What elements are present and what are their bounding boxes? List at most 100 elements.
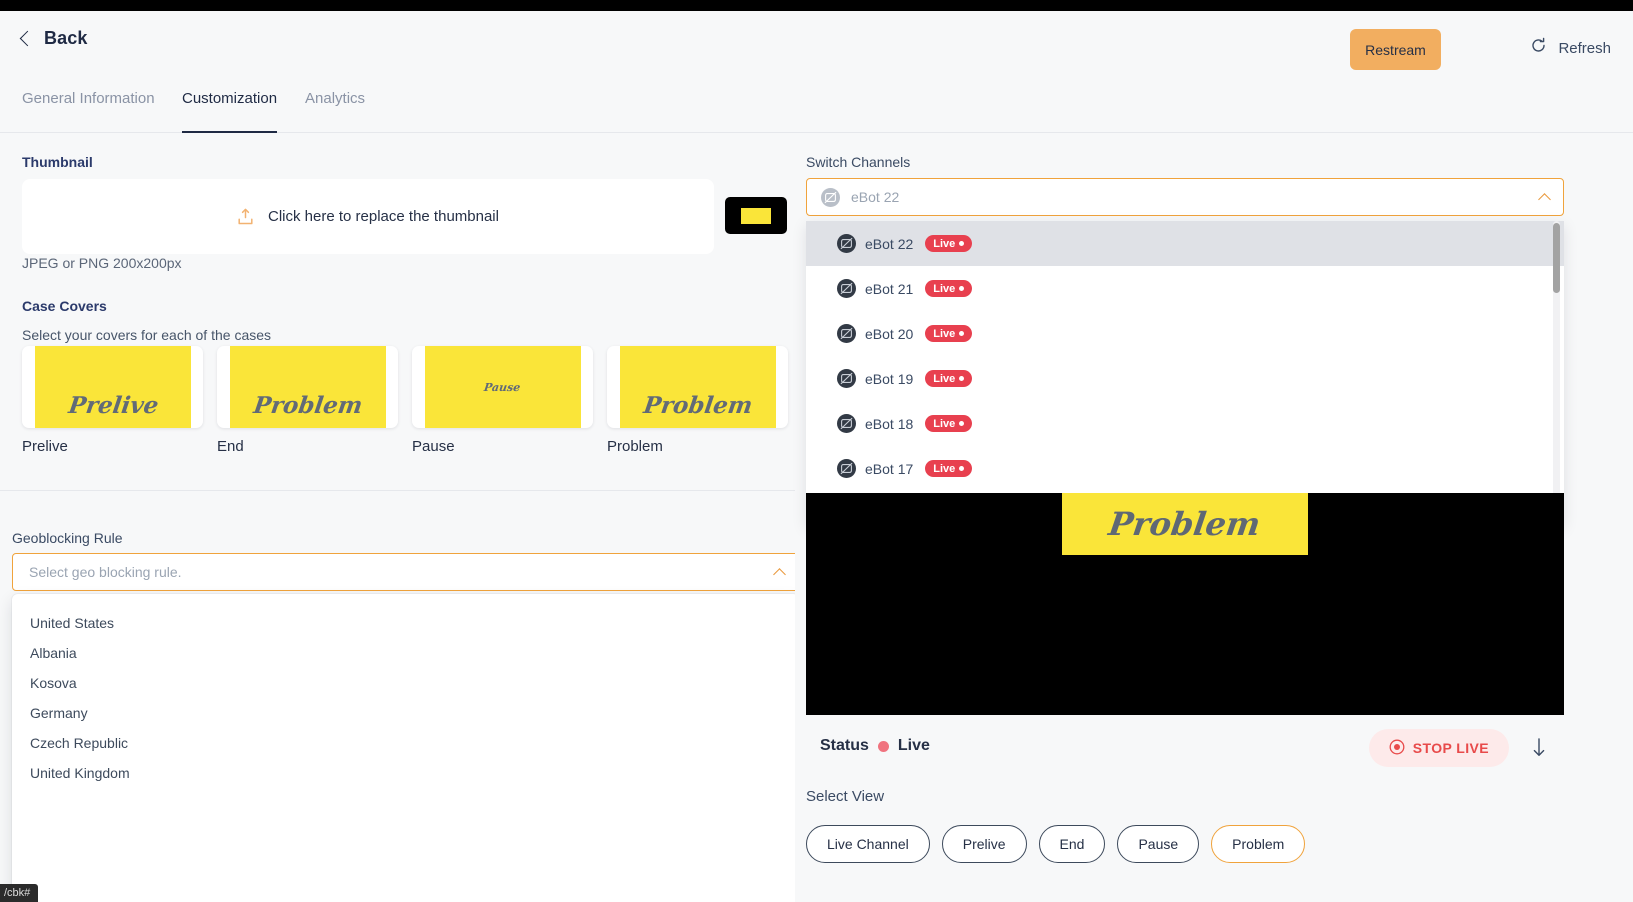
channel-avatar-icon <box>837 369 856 388</box>
live-badge-label: Live <box>933 283 955 295</box>
geoblocking-option[interactable]: Czech Republic <box>12 728 799 758</box>
channel-name: eBot 18 <box>865 416 913 432</box>
dropdown-scrollbar[interactable] <box>1553 221 1560 525</box>
geoblocking-placeholder: Select geo blocking rule. <box>29 564 182 580</box>
status-badge: Live <box>925 280 972 297</box>
status-badge: Live <box>925 415 972 432</box>
thumbnail-preview-image <box>741 208 771 224</box>
chevron-up-icon <box>773 568 786 581</box>
case-cover-art-text: Prelive <box>65 394 159 428</box>
app-page: Back Restream Refresh General Informatio… <box>0 11 1633 902</box>
case-cover-image: Problem <box>230 346 386 428</box>
geoblocking-option[interactable]: United Kingdom <box>12 758 799 788</box>
stream-status-row: Status Live STOP LIVE <box>806 725 1564 781</box>
case-cover-pause[interactable]: Pause <box>412 346 593 428</box>
restream-button[interactable]: Restream <box>1350 29 1441 70</box>
channel-option-ebot-21[interactable]: eBot 21 Live <box>806 266 1564 311</box>
select-view-title: Select View <box>806 788 884 805</box>
case-cover-label: End <box>217 438 398 455</box>
back-button[interactable]: Back <box>22 28 87 49</box>
geoblocking-option[interactable]: Albania <box>12 638 799 668</box>
case-covers-subtitle: Select your covers for each of the cases <box>22 327 271 343</box>
chevron-up-icon <box>1538 193 1551 206</box>
view-pill-prelive[interactable]: Prelive <box>942 825 1027 863</box>
geoblocking-dropdown-menu: United States Albania Kosova Germany Cze… <box>12 594 799 902</box>
view-pill-end[interactable]: End <box>1039 825 1106 863</box>
case-cover-item: Problem End <box>217 346 398 455</box>
chevron-left-icon <box>20 31 36 47</box>
case-covers-row: Prelive Prelive Problem End Pause <box>22 346 788 455</box>
live-dot-icon <box>959 331 964 336</box>
switch-channels-select[interactable]: eBot 22 <box>806 178 1564 216</box>
geoblocking-option[interactable]: Germany <box>12 698 799 728</box>
channel-option-ebot-22[interactable]: eBot 22 Live <box>806 221 1564 266</box>
live-dot-icon <box>959 241 964 246</box>
case-cover-label: Prelive <box>22 438 203 455</box>
geoblocking-title: Geoblocking Rule <box>12 530 123 546</box>
view-pill-pause[interactable]: Pause <box>1117 825 1199 863</box>
refresh-button[interactable]: Refresh <box>1530 37 1611 59</box>
back-label: Back <box>44 28 87 49</box>
geoblocking-select[interactable]: Select geo blocking rule. <box>12 553 799 591</box>
tab-general-information[interactable]: General Information <box>22 90 155 133</box>
status-badge: Live <box>925 460 972 477</box>
tab-analytics[interactable]: Analytics <box>305 90 365 133</box>
channel-name: eBot 21 <box>865 281 913 297</box>
switch-channels-dropdown-menu: eBot 22 Live eBot 21 Live <box>806 221 1564 525</box>
record-stop-icon <box>1389 739 1405 758</box>
live-dot-icon <box>959 286 964 291</box>
status-badge: Live <box>925 370 972 387</box>
thumbnail-dropzone[interactable]: Click here to replace the thumbnail <box>22 179 714 254</box>
case-cover-problem[interactable]: Problem <box>607 346 788 428</box>
case-cover-item: Pause Pause <box>412 346 593 455</box>
status-dot-icon <box>878 741 889 752</box>
case-cover-art-text: Pause <box>484 382 522 393</box>
channel-name: eBot 17 <box>865 461 913 477</box>
status-value: Live <box>898 737 930 755</box>
geoblocking-option[interactable]: United States <box>12 608 799 638</box>
case-cover-image: Prelive <box>35 346 191 428</box>
channel-right-panel: Switch Channels eBot 22 eBot 22 <box>795 133 1633 902</box>
channel-avatar-icon <box>837 324 856 343</box>
channel-option-ebot-18[interactable]: eBot 18 Live <box>806 401 1564 446</box>
video-overlay-text: Problem <box>1107 505 1263 543</box>
thumbnail-section-title: Thumbnail <box>22 154 93 170</box>
refresh-icon <box>1530 37 1547 59</box>
live-dot-icon <box>959 376 964 381</box>
download-icon[interactable] <box>1531 737 1547 759</box>
live-badge-label: Live <box>933 238 955 250</box>
page-header: Back Restream Refresh <box>0 11 1633 83</box>
case-cover-end[interactable]: Problem <box>217 346 398 428</box>
channel-name: eBot 20 <box>865 326 913 342</box>
live-dot-icon <box>959 466 964 471</box>
channel-option-ebot-19[interactable]: eBot 19 Live <box>806 356 1564 401</box>
view-pill-live-channel[interactable]: Live Channel <box>806 825 930 863</box>
live-badge-label: Live <box>933 328 955 340</box>
channel-option-ebot-20[interactable]: eBot 20 Live <box>806 311 1564 356</box>
channel-option-ebot-17[interactable]: eBot 17 Live <box>806 446 1564 491</box>
tab-bar: General Information Customization Analyt… <box>0 90 1633 133</box>
case-cover-item: Problem Problem <box>607 346 788 455</box>
status-label: Status <box>820 737 869 755</box>
case-cover-item: Prelive Prelive <box>22 346 203 455</box>
upload-icon <box>237 208 254 226</box>
case-cover-image: Problem <box>620 346 776 428</box>
live-dot-icon <box>959 421 964 426</box>
customization-left-panel: Thumbnail Click here to replace the thum… <box>0 133 795 902</box>
view-pill-problem[interactable]: Problem <box>1211 825 1305 863</box>
channel-avatar-icon <box>837 459 856 478</box>
geoblocking-option[interactable]: Kosova <box>12 668 799 698</box>
thumbnail-preview <box>725 197 787 234</box>
stop-live-button[interactable]: STOP LIVE <box>1369 729 1509 767</box>
video-player[interactable]: Problem <box>806 493 1564 715</box>
section-divider <box>0 490 795 491</box>
case-cover-art-text: Problem <box>251 394 364 428</box>
channel-avatar-placeholder-icon <box>821 188 840 207</box>
channel-avatar-icon <box>837 279 856 298</box>
dropdown-scrollbar-thumb[interactable] <box>1553 223 1560 293</box>
case-cover-image: Pause <box>425 346 581 428</box>
tab-customization[interactable]: Customization <box>182 90 277 133</box>
stop-live-label: STOP LIVE <box>1413 740 1489 756</box>
case-cover-prelive[interactable]: Prelive <box>22 346 203 428</box>
video-overlay-card: Problem <box>1062 493 1308 555</box>
